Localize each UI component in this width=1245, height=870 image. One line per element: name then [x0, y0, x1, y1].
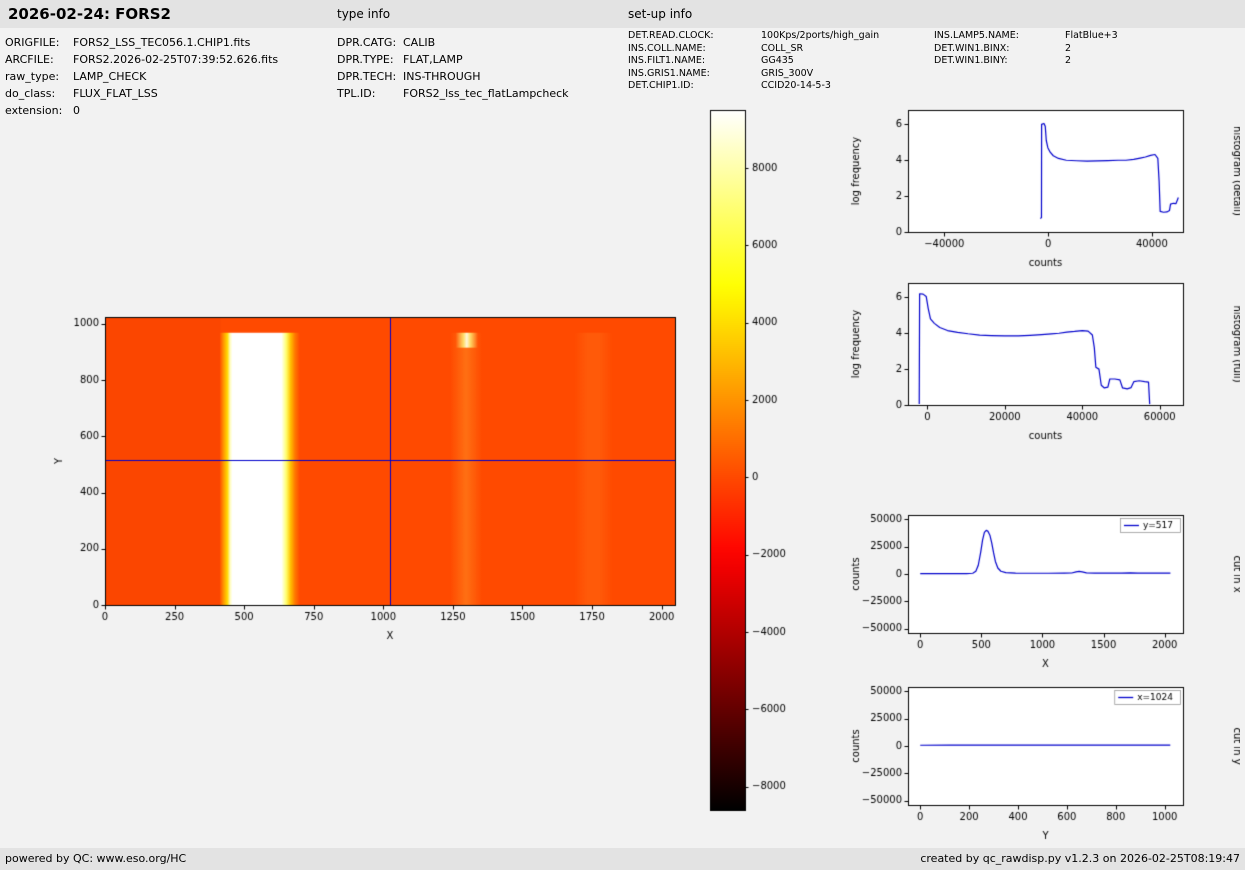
info-row: INS.GRIS1.NAME:GRIS_300V — [628, 68, 879, 81]
main-image-plot — [40, 290, 720, 655]
qc-report-page: 2026-02-24: FORS2 type info set-up info … — [0, 0, 1245, 870]
info-label: INS.COLL.NAME: — [628, 43, 761, 56]
info-value: FLUX_FLAT_LSS — [73, 87, 158, 100]
info-label: DPR.TECH: — [337, 68, 403, 85]
type-info-heading: type info — [337, 7, 390, 21]
footer-left-text: powered by QC: www.eso.org/HC — [5, 852, 186, 865]
setup-info-heading: set-up info — [628, 7, 692, 21]
info-row: DPR.TECH:INS-THROUGH — [337, 68, 569, 85]
histogram-detail-plot — [845, 95, 1240, 280]
info-row: DPR.TYPE:FLAT,LAMP — [337, 51, 569, 68]
info-value: FORS2.2026-02-25T07:39:52.626.fits — [73, 53, 278, 66]
info-row: raw_type:LAMP_CHECK — [5, 68, 278, 85]
info-label: INS.GRIS1.NAME: — [628, 68, 761, 81]
info-value: 0 — [73, 104, 80, 117]
info-value: CCID20-14-5-3 — [761, 80, 831, 91]
info-label: DET.READ.CLOCK: — [628, 30, 761, 43]
info-label: TPL.ID: — [337, 85, 403, 102]
info-value: 2 — [1065, 55, 1071, 66]
info-label: INS.FILT1.NAME: — [628, 55, 761, 68]
type-info-block: DPR.CATG:CALIB DPR.TYPE:FLAT,LAMP DPR.TE… — [337, 34, 569, 102]
info-row: TPL.ID:FORS2_lss_tec_flatLampcheck — [337, 85, 569, 102]
info-label: DPR.CATG: — [337, 34, 403, 51]
info-value: FORS2_lss_tec_flatLampcheck — [403, 87, 569, 100]
info-value: 2 — [1065, 43, 1071, 54]
info-row: INS.COLL.NAME:COLL_SR — [628, 43, 879, 56]
setup-info-block-2: INS.LAMP5.NAME:FlatBlue+3 DET.WIN1.BINX:… — [934, 30, 1118, 68]
info-label: INS.LAMP5.NAME: — [934, 30, 1065, 43]
info-value: GRIS_300V — [761, 68, 813, 79]
info-value: FLAT,LAMP — [403, 53, 463, 66]
info-value: FORS2_LSS_TEC056.1.CHIP1.fits — [73, 36, 250, 49]
setup-info-block-1: DET.READ.CLOCK:100Kps/2ports/high_gain I… — [628, 30, 879, 93]
info-row: DPR.CATG:CALIB — [337, 34, 569, 51]
info-row: DET.READ.CLOCK:100Kps/2ports/high_gain — [628, 30, 879, 43]
info-row: ARCFILE:FORS2.2026-02-25T07:39:52.626.fi… — [5, 51, 278, 68]
info-value: 100Kps/2ports/high_gain — [761, 30, 879, 41]
cut-in-x-plot — [845, 500, 1240, 685]
info-row: DET.WIN1.BINY:2 — [934, 55, 1118, 68]
info-value: FlatBlue+3 — [1065, 30, 1118, 41]
info-row: DET.WIN1.BINX:2 — [934, 43, 1118, 56]
info-value: COLL_SR — [761, 43, 803, 54]
info-row: INS.FILT1.NAME:GG435 — [628, 55, 879, 68]
file-info-block: ORIGFILE:FORS2_LSS_TEC056.1.CHIP1.fits A… — [5, 34, 278, 119]
colorbar — [690, 100, 800, 820]
page-title: 2026-02-24: FORS2 — [8, 5, 171, 23]
info-label: ORIGFILE: — [5, 34, 73, 51]
header-bar: 2026-02-24: FORS2 type info set-up info — [0, 0, 1245, 28]
info-row: INS.LAMP5.NAME:FlatBlue+3 — [934, 30, 1118, 43]
histogram-full-plot — [845, 268, 1240, 453]
cut-in-y-plot — [845, 672, 1240, 857]
info-row: DET.CHIP1.ID:CCID20-14-5-3 — [628, 80, 879, 93]
footer-bar: powered by QC: www.eso.org/HC created by… — [0, 848, 1245, 870]
info-label: raw_type: — [5, 68, 73, 85]
info-value: LAMP_CHECK — [73, 70, 146, 83]
info-label: DET.WIN1.BINY: — [934, 55, 1065, 68]
info-label: do_class: — [5, 85, 73, 102]
info-label: DET.WIN1.BINX: — [934, 43, 1065, 56]
info-label: DET.CHIP1.ID: — [628, 80, 761, 93]
info-value: INS-THROUGH — [403, 70, 481, 83]
footer-right-text: created by qc_rawdisp.py v1.2.3 on 2026-… — [920, 852, 1240, 865]
info-row: extension:0 — [5, 102, 278, 119]
info-row: do_class:FLUX_FLAT_LSS — [5, 85, 278, 102]
info-label: ARCFILE: — [5, 51, 73, 68]
info-value: GG435 — [761, 55, 794, 66]
info-label: extension: — [5, 102, 73, 119]
info-value: CALIB — [403, 36, 435, 49]
info-label: DPR.TYPE: — [337, 51, 403, 68]
info-row: ORIGFILE:FORS2_LSS_TEC056.1.CHIP1.fits — [5, 34, 278, 51]
